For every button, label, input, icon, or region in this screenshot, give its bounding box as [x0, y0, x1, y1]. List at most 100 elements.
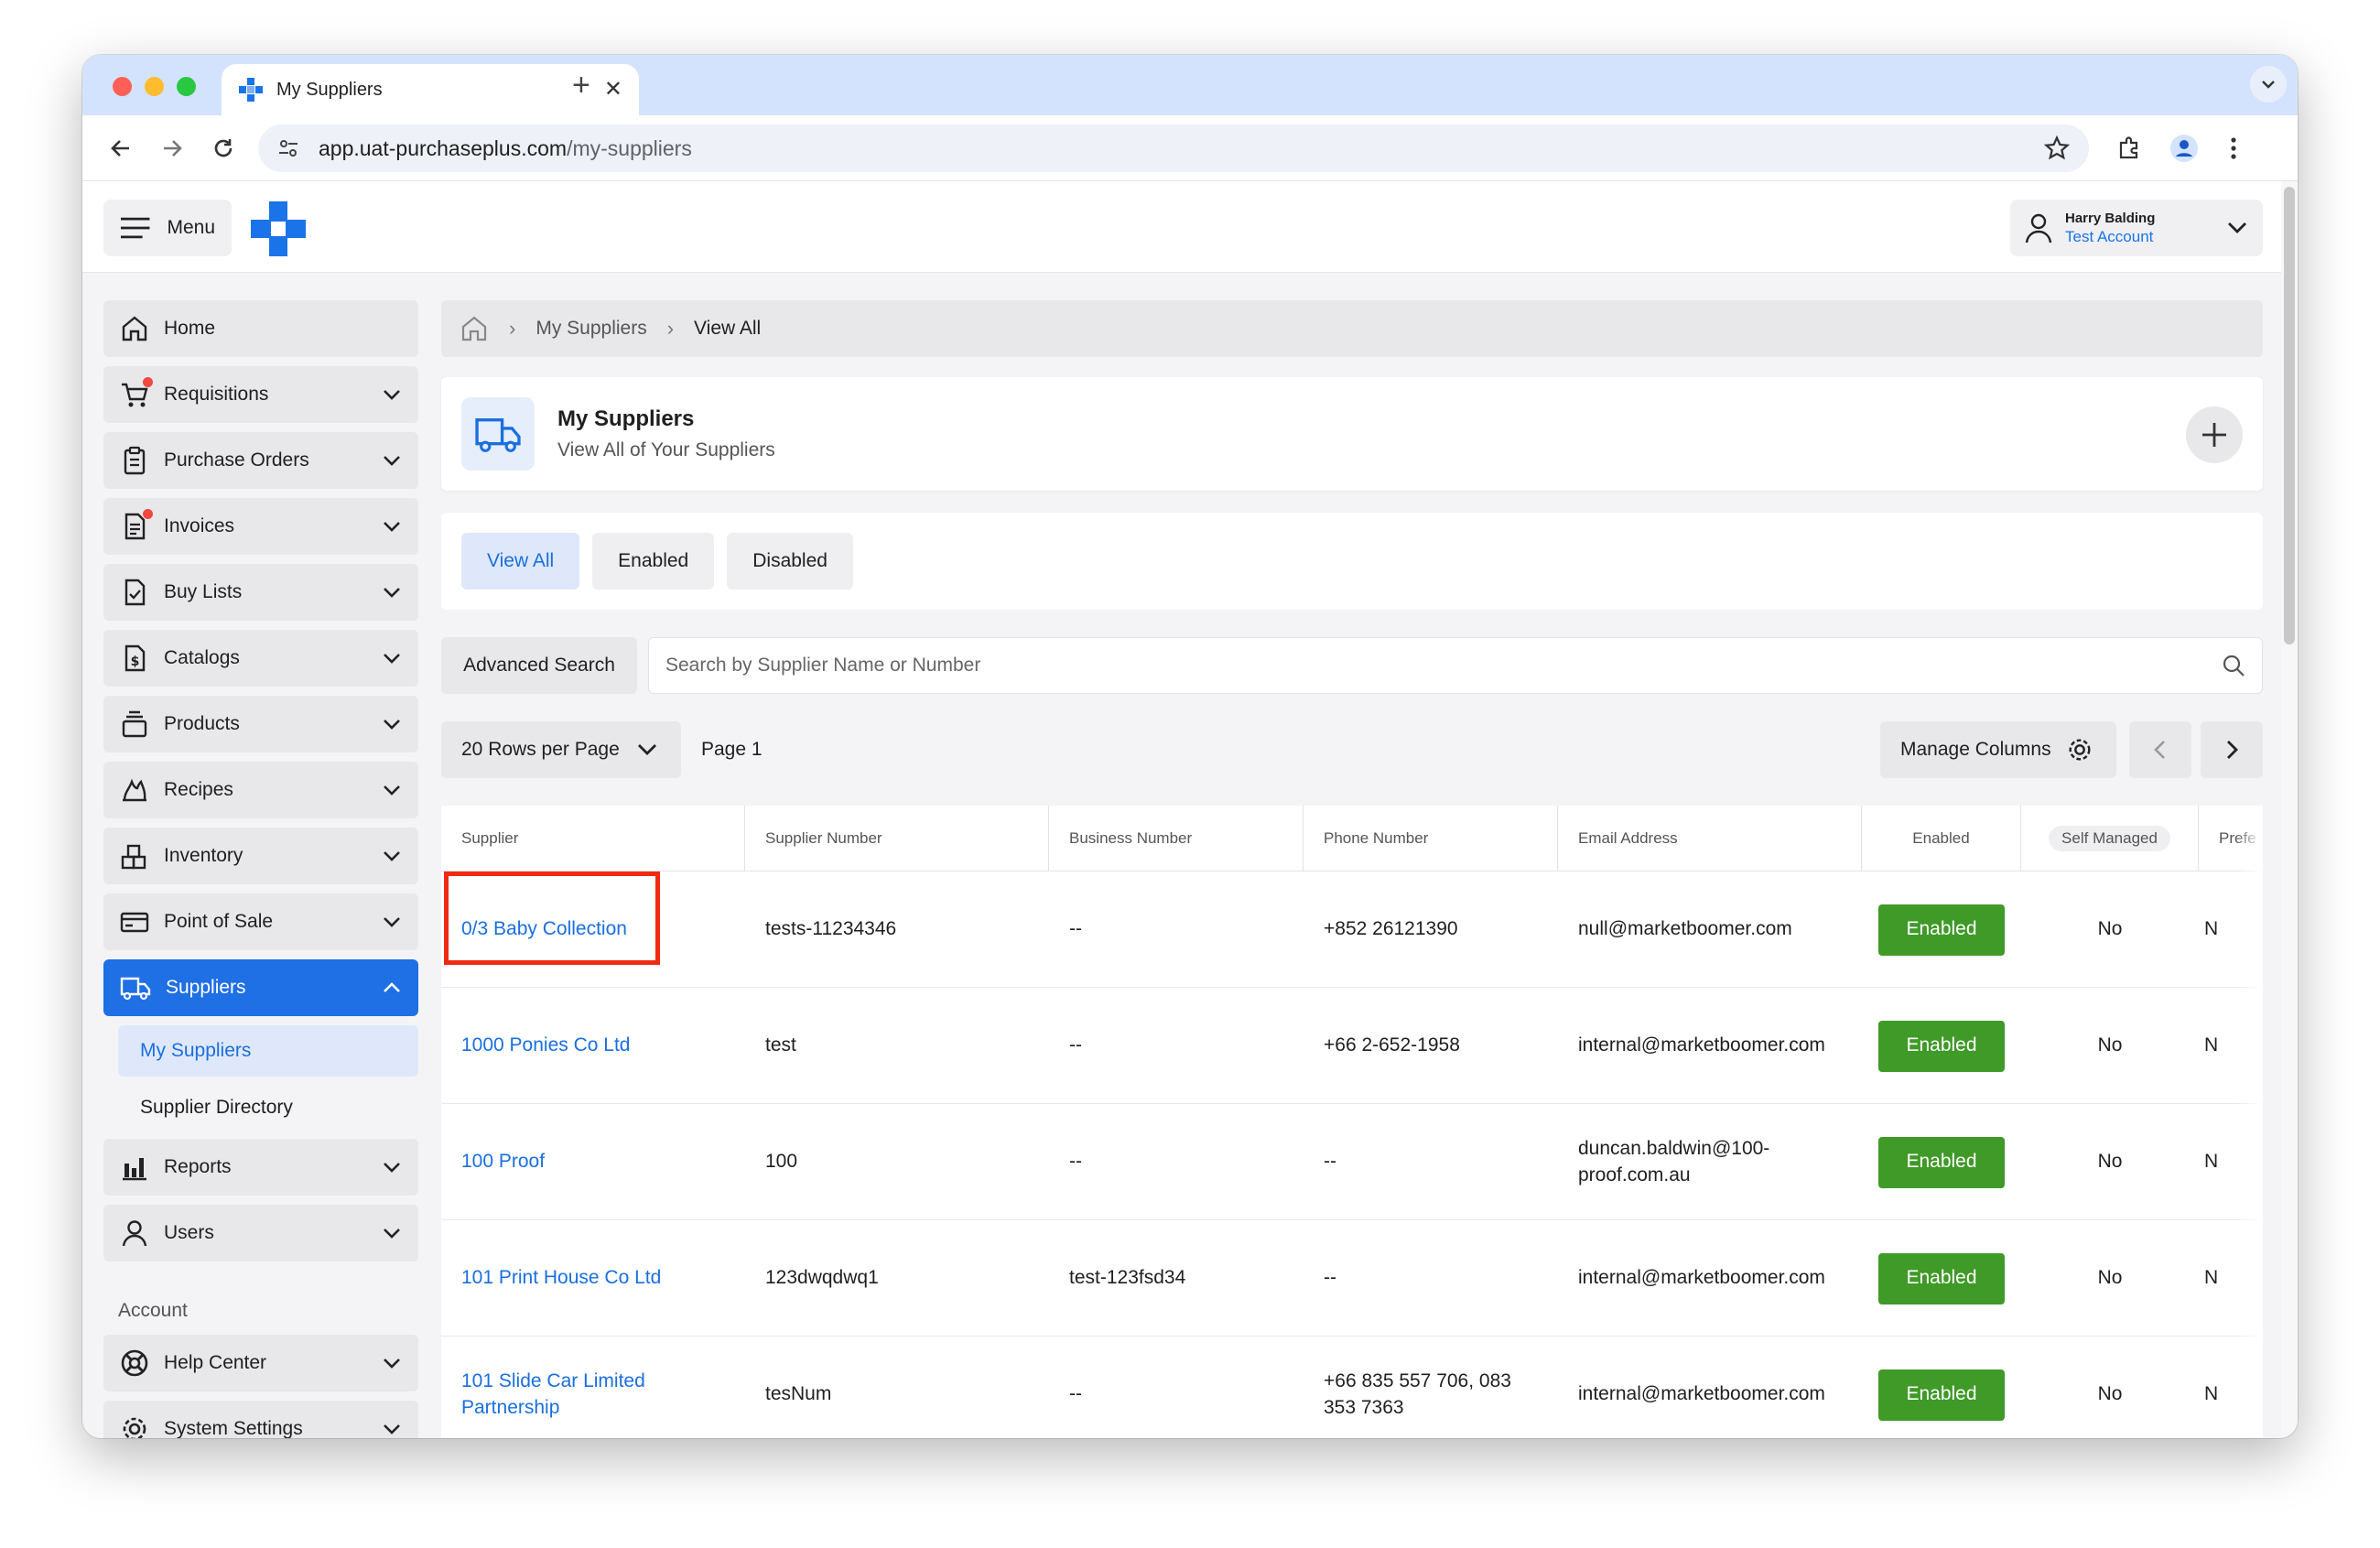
- column-header-supplier[interactable]: Supplier: [441, 806, 745, 871]
- table-row[interactable]: 101 Slide Car Limited Partnership tesNum -…: [441, 1337, 2263, 1438]
- extensions-button[interactable]: [2111, 130, 2147, 167]
- site-settings-icon[interactable]: [276, 136, 300, 160]
- cell-supplier[interactable]: 1000 Ponies Co Ltd: [441, 988, 725, 1104]
- close-window-button[interactable]: [113, 77, 132, 96]
- table-row[interactable]: 101 Print House Co Ltd 123dwqdwq1 test-123…: [441, 1220, 2263, 1337]
- notification-dot: [143, 509, 153, 519]
- column-header-email-address[interactable]: Email Address: [1558, 806, 1862, 871]
- new-tab-icon[interactable]: +: [572, 68, 590, 103]
- sidebar-item-catalogs[interactable]: $ Catalogs: [103, 630, 418, 687]
- next-page-button[interactable]: [2201, 721, 2263, 778]
- chevron-down-icon: [384, 1229, 400, 1239]
- puzzle-icon: [2119, 136, 2138, 159]
- cell-supplier[interactable]: 0/3 Baby Collection: [441, 871, 725, 988]
- profile-button[interactable]: [2166, 130, 2202, 167]
- add-supplier-button[interactable]: [2186, 406, 2243, 463]
- chevron-down-icon: [384, 1359, 400, 1369]
- table-row[interactable]: 0/3 Baby Collection tests-11234346 -- +852 …: [441, 871, 2263, 988]
- sidebar-item-system-settings[interactable]: System Settings: [103, 1401, 418, 1438]
- tab-close-icon[interactable]: ✕: [604, 79, 622, 101]
- reload-button[interactable]: [205, 130, 242, 167]
- sidebar-item-products[interactable]: Products: [103, 696, 418, 752]
- cell-supplier[interactable]: 100 Proof: [441, 1104, 725, 1220]
- purchaseplus-logo[interactable]: [251, 201, 306, 256]
- home-icon: [122, 316, 147, 341]
- chevron-down-icon: [2262, 81, 2275, 89]
- browser-menu-button[interactable]: [2215, 130, 2252, 167]
- cell-supplier[interactable]: 101 Print House Co Ltd: [441, 1220, 725, 1337]
- column-header-enabled[interactable]: Enabled: [1862, 806, 2021, 871]
- sidebar-item-label: Suppliers: [166, 977, 246, 998]
- sidebar-item-reports[interactable]: Reports: [103, 1139, 418, 1196]
- sidebar-item-point-of-sale[interactable]: Point of Sale: [103, 893, 418, 950]
- minimize-window-button[interactable]: [145, 77, 164, 96]
- advanced-search-button[interactable]: Advanced Search: [441, 637, 637, 694]
- app-header: Menu Harry Balding Test Account: [82, 181, 2298, 273]
- tab-search-button[interactable]: [2250, 66, 2287, 103]
- sidebar-item-home[interactable]: Home: [103, 300, 418, 357]
- address-bar[interactable]: app.uat-purchaseplus.com/my-suppliers: [258, 124, 2089, 172]
- back-button[interactable]: [103, 130, 139, 167]
- page-scrollbar[interactable]: [2281, 181, 2298, 1438]
- forward-button[interactable]: [154, 130, 190, 167]
- sidebar-item-inventory[interactable]: Inventory: [103, 828, 418, 884]
- cell-enabled: Enabled: [1862, 1220, 2021, 1337]
- status-badge[interactable]: Enabled: [1878, 904, 2005, 956]
- cell-enabled: Enabled: [1862, 1337, 2021, 1438]
- cell-business-number: --: [1069, 918, 1082, 940]
- sidebar-item-label: Recipes: [164, 779, 233, 800]
- chevron-down-icon: [384, 1163, 400, 1173]
- sidebar-item-users[interactable]: Users: [103, 1205, 418, 1261]
- cell-business-number: --: [1069, 1034, 1082, 1056]
- sidebar-item-buy-lists[interactable]: Buy Lists: [103, 564, 418, 621]
- page-scrollbar-thumb[interactable]: [2284, 187, 2295, 644]
- sidebar-subitem-supplier-directory[interactable]: Supplier Directory: [118, 1082, 418, 1133]
- column-header-self-managed[interactable]: Self Managed: [2021, 806, 2199, 871]
- status-badge[interactable]: Enabled: [1878, 1020, 2005, 1072]
- tab-disabled[interactable]: Disabled: [727, 533, 853, 590]
- status-badge[interactable]: Enabled: [1878, 1136, 2005, 1188]
- user-menu[interactable]: Harry Balding Test Account: [2010, 200, 2263, 256]
- column-header-business-number[interactable]: Business Number: [1049, 806, 1304, 871]
- cell-self-managed: No: [2097, 1034, 2123, 1056]
- home-icon[interactable]: [460, 314, 489, 343]
- cell-supplier[interactable]: 101 Slide Car Limited Partnership: [441, 1337, 725, 1438]
- sidebar-item-help-center[interactable]: Help Center: [103, 1335, 418, 1391]
- manage-columns-button[interactable]: Manage Columns: [1880, 721, 2116, 778]
- sidebar-item-purchase-orders[interactable]: Purchase Orders: [103, 432, 418, 489]
- breadcrumb-my-suppliers[interactable]: My Suppliers: [536, 318, 646, 340]
- sidebar-item-label: Point of Sale: [164, 911, 274, 932]
- lifebuoy-icon: [121, 1349, 148, 1377]
- cell-phone-number: +66 835 557 706, 083 353 7363: [1324, 1370, 1511, 1418]
- sidebar-item-invoices[interactable]: Invoices: [103, 498, 418, 555]
- reload-icon: [214, 139, 233, 157]
- chevron-right-icon: [2227, 741, 2238, 759]
- sidebar-item-recipes[interactable]: Recipes: [103, 762, 418, 818]
- status-badge[interactable]: Enabled: [1878, 1252, 2005, 1304]
- bookmark-star-icon[interactable]: [2043, 135, 2071, 162]
- rows-per-page-select[interactable]: 20 Rows per Page: [441, 721, 681, 778]
- chevron-down-icon: [384, 456, 400, 466]
- sidebar-item-label: System Settings: [164, 1418, 303, 1438]
- sidebar-item-suppliers[interactable]: Suppliers: [103, 959, 418, 1016]
- column-header-supplier-number[interactable]: Supplier Number: [745, 806, 1049, 871]
- cell-supplier-number: test: [765, 1034, 796, 1056]
- sidebar: Home Requisitions Purchase Orders Invoic…: [103, 300, 418, 1438]
- menu-button[interactable]: Menu: [103, 200, 232, 256]
- table-row[interactable]: 100 Proof 100 -- -- duncan.baldwin@100-proof…: [441, 1104, 2263, 1220]
- page-header-card: My Suppliers View All of Your Suppliers: [441, 377, 2263, 491]
- search-icon[interactable]: [2222, 654, 2245, 677]
- chevron-down-icon: [384, 390, 400, 400]
- tab-view-all[interactable]: View All: [461, 533, 580, 590]
- table-row[interactable]: 1000 Ponies Co Ltd test -- +66 2-652-1958 in…: [441, 988, 2263, 1104]
- previous-page-button[interactable]: [2129, 721, 2191, 778]
- status-badge[interactable]: Enabled: [1878, 1369, 2005, 1421]
- tab-enabled[interactable]: Enabled: [592, 533, 715, 590]
- chevron-down-icon: [384, 522, 400, 532]
- sidebar-subitem-my-suppliers[interactable]: My Suppliers: [118, 1025, 418, 1077]
- arrow-right-icon: [164, 140, 182, 157]
- zoom-window-button[interactable]: [177, 77, 196, 96]
- sidebar-item-requisitions[interactable]: Requisitions: [103, 366, 418, 423]
- search-input[interactable]: [665, 655, 2222, 677]
- column-header-phone-number[interactable]: Phone Number: [1304, 806, 1558, 871]
